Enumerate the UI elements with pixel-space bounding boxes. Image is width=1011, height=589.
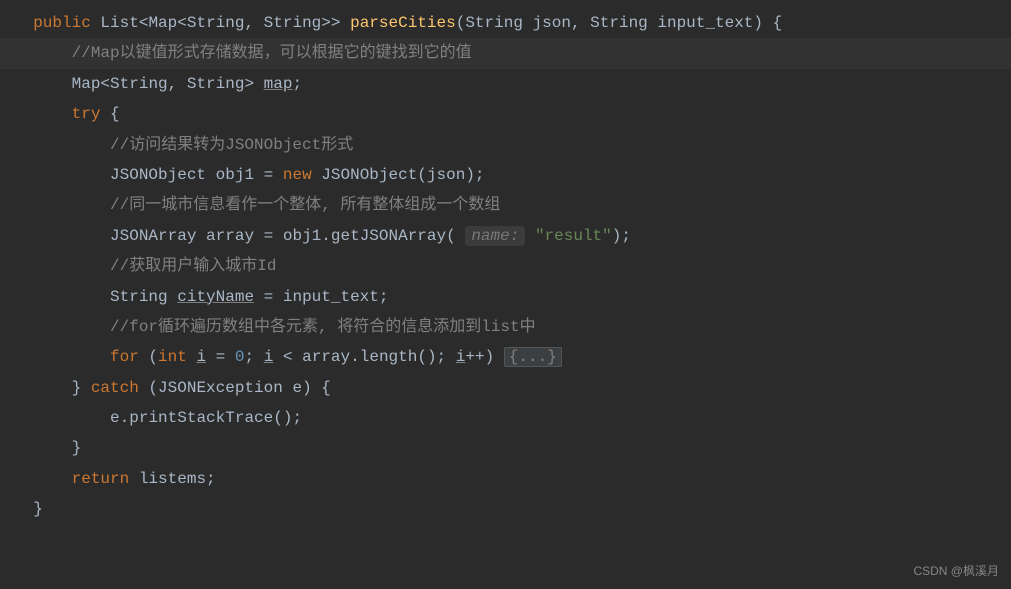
comment: //for循环遍历数组中各元素, 将符合的信息添加到list中 [110,318,536,336]
comment: //Map以键值形式存储数据，可以根据它的键找到它的值 [72,44,472,62]
comment: //获取用户输入城市Id [110,257,276,275]
code-line-16[interactable]: return listems; [0,464,1011,494]
keyword-try: try [72,105,101,123]
keyword-return: return [72,470,130,488]
code-line-3[interactable]: Map<String, String> map; [0,69,1011,99]
code-line-13[interactable]: } catch (JSONException e) { [0,373,1011,403]
type-string: String [187,75,245,93]
code-line-12[interactable]: for (int i = 0; i < array.length(); i++)… [0,342,1011,372]
var-cityname: cityName [177,288,254,306]
keyword-new: new [283,166,312,184]
method-printstacktrace: printStackTrace [129,409,273,427]
param-hint: name: [465,226,525,246]
var-i: i [264,348,274,366]
code-line-8[interactable]: JSONArray array = obj1.getJSONArray( nam… [0,221,1011,251]
type-map: Map [72,75,101,93]
type-jsonarray: JSONArray [110,227,196,245]
arg-json: json [427,166,465,184]
var-array: array [302,348,350,366]
method-getjsonarray: getJSONArray [331,227,446,245]
code-line-14[interactable]: e.printStackTrace(); [0,403,1011,433]
comment: //同一城市信息看作一个整体, 所有整体组成一个数组 [110,196,500,214]
type-string: String [110,288,168,306]
type-map: Map [148,14,177,32]
code-line-5[interactable]: //访问结果转为JSONObject形式 [0,130,1011,160]
number-zero: 0 [235,348,245,366]
method-length: length [360,348,418,366]
rhs-inputtext: input_text [283,288,379,306]
string-result: "result" [535,227,612,245]
code-line-1[interactable]: public List<Map<String, String>> parseCi… [0,8,1011,38]
var-obj1: obj1 [216,166,254,184]
keyword-catch: catch [91,379,139,397]
fold-marker[interactable]: {...} [504,347,562,367]
code-line-7[interactable]: //同一城市信息看作一个整体, 所有整体组成一个数组 [0,190,1011,220]
ctor-jsonobject: JSONObject [321,166,417,184]
type-jsonexception: JSONException [158,379,283,397]
code-line-10[interactable]: String cityName = input_text; [0,282,1011,312]
var-map: map [264,75,293,93]
type-jsonobject: JSONObject [110,166,206,184]
var-i: i [456,348,466,366]
code-line-9[interactable]: //获取用户输入城市Id [0,251,1011,281]
var-array: array [206,227,254,245]
code-line-17[interactable]: } [0,494,1011,524]
obj-e: e [110,409,120,427]
keyword-for: for [110,348,139,366]
var-e: e [292,379,302,397]
param-name-2: input_text [657,14,753,32]
watermark: CSDN @枫溪月 [913,560,999,583]
obj-obj1: obj1 [283,227,321,245]
type-string: String [110,75,168,93]
param-type-2: String [590,14,648,32]
param-name-1: json [533,14,571,32]
keyword-public: public [33,14,91,32]
code-line-2[interactable]: //Map以键值形式存储数据，可以根据它的键找到它的值 [0,38,1011,68]
code-line-4[interactable]: try { [0,99,1011,129]
type-string: String [264,14,322,32]
keyword-int: int [158,348,187,366]
comment: //访问结果转为JSONObject形式 [110,136,353,154]
param-type-1: String [465,14,523,32]
code-line-11[interactable]: //for循环遍历数组中各元素, 将符合的信息添加到list中 [0,312,1011,342]
code-line-6[interactable]: JSONObject obj1 = new JSONObject(json); [0,160,1011,190]
type-list: List [100,14,138,32]
var-i: i [196,348,206,366]
code-line-15[interactable]: } [0,433,1011,463]
type-string: String [187,14,245,32]
var-listems: listems [139,470,206,488]
method-name: parseCities [350,14,456,32]
